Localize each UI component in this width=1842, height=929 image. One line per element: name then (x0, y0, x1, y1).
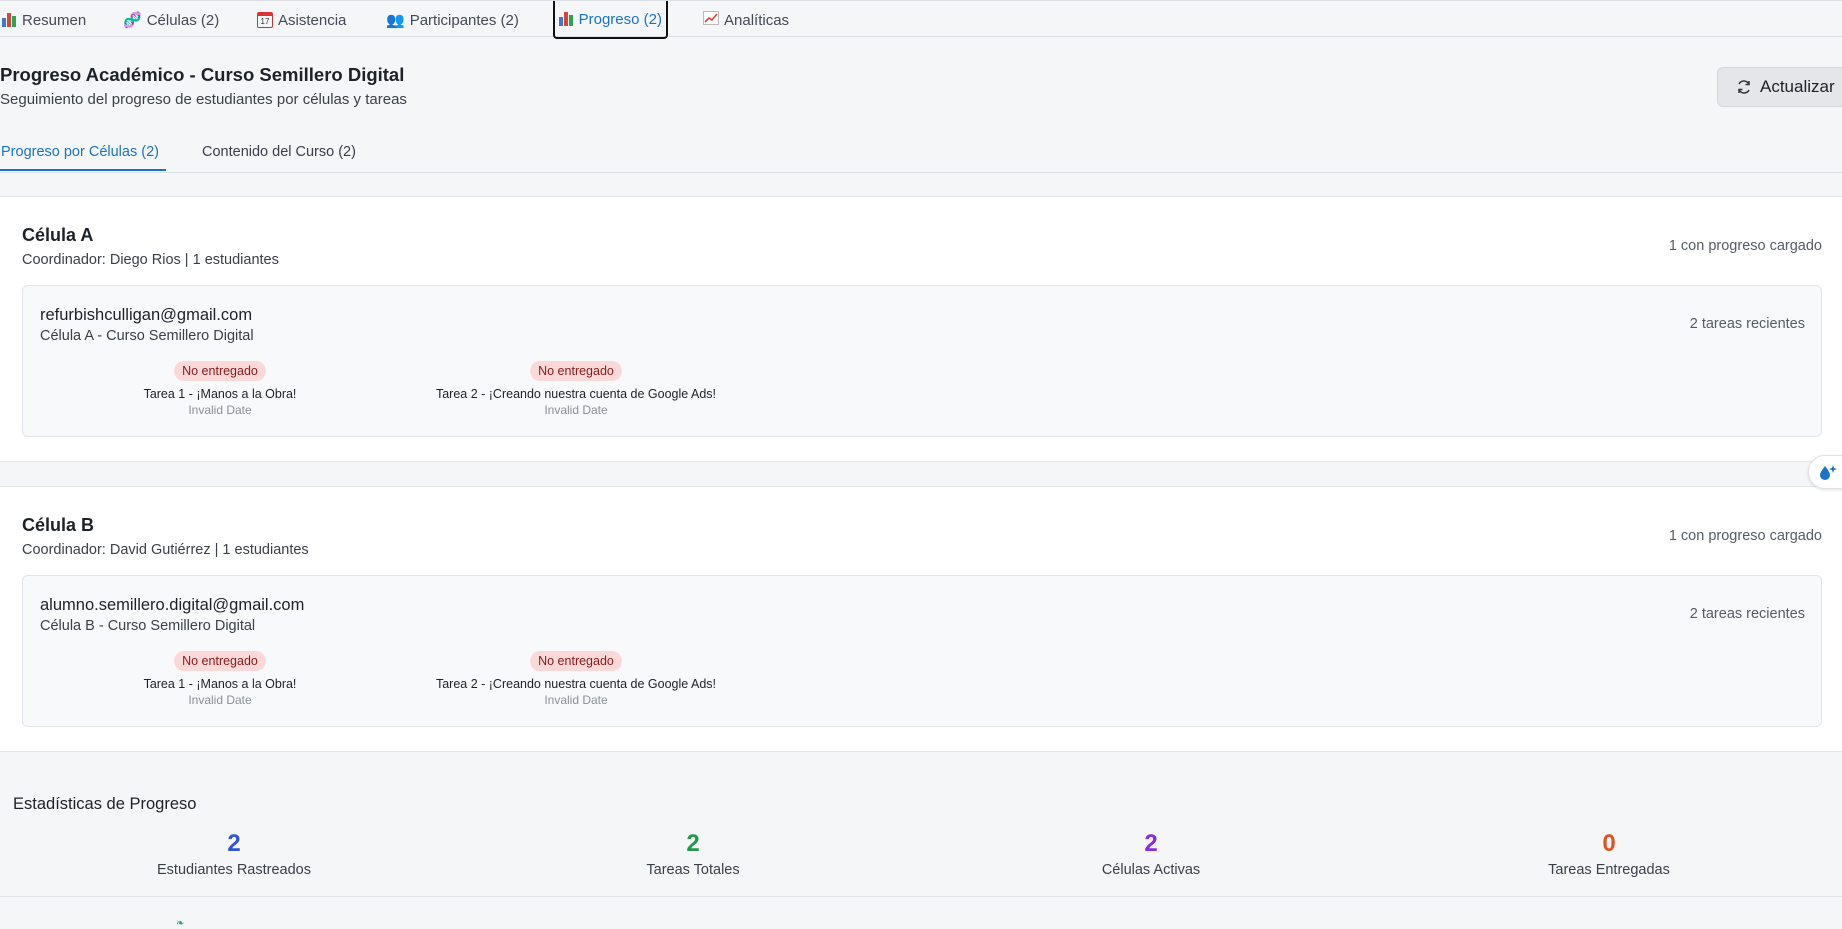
tab-label: Resumen (22, 11, 87, 29)
stat-total-tasks: 2 Tareas Totales (543, 830, 843, 878)
student-email: alumno.semillero.digital@gmail.com (40, 596, 305, 614)
student-email: refurbishculligan@gmail.com (40, 306, 253, 324)
task-item: No entregado Tarea 1 - ¡Manos a la Obra!… (120, 361, 320, 417)
divider (0, 896, 1842, 897)
tab-label: Células (2) (146, 11, 220, 29)
cell-card: Célula B Coordinador: David Gutiérrez | … (0, 486, 1842, 752)
cell-meta: Coordinador: Diego Rios | 1 estudiantes (22, 252, 279, 268)
stat-value: 2 (227, 830, 241, 857)
dna-icon: 🧬 (123, 12, 142, 29)
stat-label: Tareas Entregadas (1548, 862, 1670, 878)
task-name: Tarea 2 - ¡Creando nuestra cuenta de Goo… (435, 677, 717, 691)
task-name: Tarea 1 - ¡Manos a la Obra! (143, 387, 297, 401)
leaf-icon: ❧ (176, 918, 185, 929)
tab-celulas[interactable]: 🧬 Células (2) (123, 1, 219, 39)
task-item: No entregado Tarea 1 - ¡Manos a la Obra!… (120, 651, 320, 707)
task-name: Tarea 2 - ¡Creando nuestra cuenta de Goo… (435, 387, 717, 401)
cell-progress-summary: 1 con progreso cargado (1668, 528, 1822, 544)
subtabs: Progreso por Células (2) Contenido del C… (0, 138, 1842, 173)
subtab-progreso-celulas[interactable]: Progreso por Células (2) (1, 144, 159, 160)
page-subtitle: Seguimiento del progreso de estudiantes … (0, 91, 407, 108)
student-cell-course: Célula A - Curso Semillero Digital (40, 328, 254, 344)
stat-value: 0 (1602, 830, 1616, 857)
stat-students-tracked: 2 Estudiantes Rastreados (84, 830, 384, 878)
stat-value: 2 (686, 830, 700, 857)
task-date: Invalid Date (188, 693, 252, 707)
stat-active-cells: 2 Células Activas (1001, 830, 1301, 878)
cell-progress-summary: 1 con progreso cargado (1668, 238, 1822, 254)
refresh-label: Actualizar (1760, 77, 1835, 96)
cell-card: Célula A Coordinador: Diego Rios | 1 est… (0, 196, 1842, 462)
recent-tasks-count: 2 tareas recientes (1689, 606, 1805, 622)
status-badge: No entregado (530, 361, 622, 381)
trend-chart-icon (703, 11, 719, 29)
floating-assistant-button[interactable] (1808, 455, 1842, 489)
status-badge: No entregado (174, 361, 266, 381)
cell-name: Célula A (22, 225, 94, 245)
task-name: Tarea 1 - ¡Manos a la Obra! (143, 677, 297, 691)
status-badge: No entregado (530, 651, 622, 671)
bar-chart-icon (559, 12, 574, 26)
page-title: Progreso Académico - Curso Semillero Dig… (0, 64, 405, 85)
cell-name: Célula B (22, 515, 95, 535)
recent-tasks-count: 2 tareas recientes (1689, 316, 1805, 332)
stat-label: Estudiantes Rastreados (157, 862, 311, 878)
stat-label: Células Activas (1101, 862, 1201, 878)
task-date: Invalid Date (544, 403, 608, 417)
tab-progreso[interactable]: Progreso (2) (553, 1, 668, 39)
tab-label: Analíticas (724, 11, 790, 29)
student-card[interactable]: alumno.semillero.digital@gmail.com Célul… (22, 575, 1822, 727)
stat-label: Tareas Totales (646, 862, 740, 878)
stat-submitted-tasks: 0 Tareas Entregadas (1459, 830, 1759, 878)
tab-participantes[interactable]: 👥 Participantes (2) (386, 1, 519, 39)
top-navigation: Resumen 🧬 Células (2) 17 Asistencia 👥 Pa… (0, 0, 1842, 39)
task-date: Invalid Date (544, 693, 608, 707)
stats-title: Estadísticas de Progreso (13, 795, 197, 813)
subtab-contenido-curso[interactable]: Contenido del Curso (2) (202, 144, 356, 160)
people-icon: 👥 (386, 12, 405, 29)
active-tab-indicator (0, 169, 166, 171)
tab-analiticas[interactable]: Analíticas (703, 1, 789, 39)
calendar-icon: 17 (257, 12, 273, 28)
tab-resumen[interactable]: Resumen (2, 1, 86, 39)
tab-label: Progreso (2) (578, 10, 662, 28)
student-cell-course: Célula B - Curso Semillero Digital (40, 618, 256, 634)
student-card[interactable]: refurbishculligan@gmail.com Célula A - C… (22, 285, 1822, 437)
bar-chart-icon (2, 13, 17, 27)
drop-sparkle-icon (1820, 465, 1837, 480)
refresh-button[interactable]: Actualizar (1717, 67, 1842, 107)
status-badge: No entregado (174, 651, 266, 671)
task-date: Invalid Date (188, 403, 252, 417)
tab-asistencia[interactable]: 17 Asistencia (257, 1, 346, 39)
task-item: No entregado Tarea 2 - ¡Creando nuestra … (426, 361, 726, 417)
tab-label: Asistencia (278, 11, 347, 29)
refresh-icon (1738, 80, 1750, 94)
cell-meta: Coordinador: David Gutiérrez | 1 estudia… (22, 542, 309, 558)
tab-label: Participantes (2) (409, 11, 519, 29)
task-item: No entregado Tarea 2 - ¡Creando nuestra … (426, 651, 726, 707)
stat-value: 2 (1144, 830, 1158, 857)
